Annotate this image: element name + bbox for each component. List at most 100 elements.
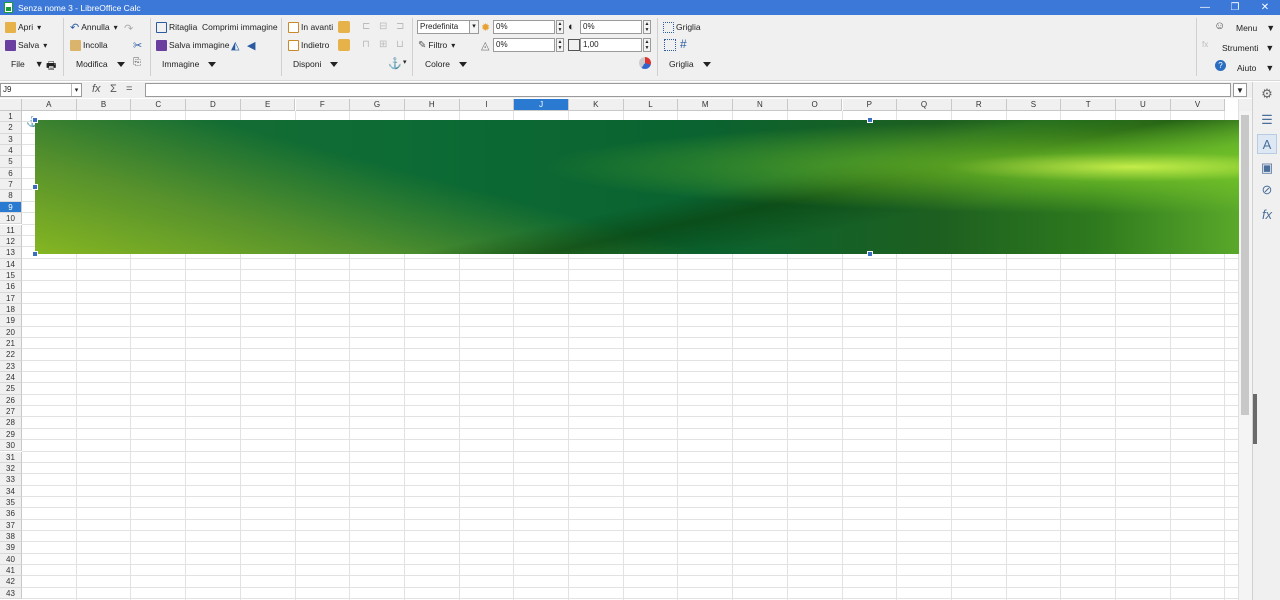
tools-button[interactable]: Strumenti ▼ (1222, 41, 1274, 55)
sum-icon[interactable]: Σ (110, 83, 117, 95)
transparency-stepper[interactable]: ▲ ▼ (556, 38, 564, 52)
resize-handle[interactable] (32, 251, 38, 257)
align-right-icon[interactable]: ⊐ (396, 21, 408, 33)
color-pie-icon[interactable] (639, 57, 651, 69)
row-header-3[interactable]: 3 (0, 133, 22, 146)
resize-handle[interactable] (867, 117, 873, 123)
row-header-18[interactable]: 18 (0, 303, 22, 316)
align-top-icon[interactable]: ⊓ (362, 39, 374, 51)
column-header-l[interactable]: L (623, 99, 679, 111)
row-header-11[interactable]: 11 (0, 224, 22, 236)
chevron-down-icon[interactable]: ▾ (469, 20, 479, 34)
align-bottom-icon[interactable]: ⊔ (396, 39, 408, 51)
row-header-35[interactable]: 35 (0, 496, 22, 509)
row-header-5[interactable]: 5 (0, 156, 22, 168)
function-wizard-icon[interactable]: fx (92, 83, 101, 95)
close-button[interactable]: ✕ (1250, 0, 1280, 15)
row-header-24[interactable]: 24 (0, 372, 22, 384)
open-button[interactable]: Apri (5, 20, 41, 34)
column-header-n[interactable]: N (733, 99, 788, 111)
name-box[interactable]: J9 ▾ (0, 83, 82, 97)
transparency-field[interactable]: 0% (493, 38, 555, 52)
row-header-6[interactable]: 6 (0, 167, 22, 180)
flip-vertical-icon[interactable]: ◭ (231, 39, 243, 52)
align-middle-icon[interactable]: ⊞ (379, 39, 391, 51)
help-button[interactable]: Aiuto ▼ (1237, 61, 1274, 75)
bring-forward-button[interactable]: In avanti (288, 20, 333, 34)
contrast-stepper[interactable]: ▲ ▼ (643, 20, 651, 34)
column-header-r[interactable]: R (951, 99, 1007, 111)
compress-image-button[interactable]: Comprimi immagine (202, 20, 278, 34)
align-left-icon[interactable]: ⊏ (362, 21, 374, 33)
modifica-menu[interactable]: Modifica (76, 59, 125, 69)
row-header-30[interactable]: 30 (0, 440, 22, 452)
image-style-select[interactable]: Predefinita (417, 20, 477, 34)
sidebar-functions-icon[interactable]: fx (1257, 204, 1277, 224)
cut-icon[interactable]: ✂ (133, 39, 145, 52)
row-header-8[interactable]: 8 (0, 190, 22, 202)
sidebar-gallery-icon[interactable]: ▣ (1257, 158, 1277, 178)
vertical-scrollbar[interactable] (1238, 111, 1252, 600)
column-header-a[interactable]: A (22, 99, 77, 111)
row-header-36[interactable]: 36 (0, 508, 22, 520)
equals-icon[interactable]: = (126, 83, 132, 95)
column-header-e[interactable]: E (240, 99, 296, 111)
column-header-c[interactable]: C (131, 99, 187, 111)
brightness-field[interactable]: 0% (493, 20, 555, 34)
file-menu-button[interactable]: File ▼ (11, 57, 44, 71)
row-header-13[interactable]: 13 (0, 247, 22, 259)
disponi-menu[interactable]: Disponi (293, 59, 339, 69)
column-header-i[interactable]: I (459, 99, 515, 111)
grid-button[interactable]: Griglia (663, 20, 701, 34)
resize-handle[interactable] (32, 184, 38, 190)
crop-button[interactable]: Ritaglia (156, 20, 197, 34)
column-header-k[interactable]: K (569, 99, 624, 111)
column-header-q[interactable]: Q (897, 99, 952, 111)
row-header-22[interactable]: 22 (0, 349, 22, 361)
row-header-26[interactable]: 26 (0, 394, 22, 407)
row-header-15[interactable]: 15 (0, 269, 22, 282)
sidebar-settings-icon[interactable]: ⚙ (1257, 84, 1277, 104)
row-header-38[interactable]: 38 (0, 530, 22, 543)
row-header-7[interactable]: 7 (0, 179, 22, 191)
hash-grid-icon[interactable]: # (680, 37, 692, 51)
formula-input[interactable] (145, 83, 1231, 97)
sidebar-styles-icon[interactable]: A (1257, 134, 1277, 154)
row-header-12[interactable]: 12 (0, 235, 22, 248)
filter-button[interactable]: ✎ Filtro (418, 38, 455, 52)
redo-icon[interactable]: ↷ (124, 22, 136, 35)
row-header-25[interactable]: 25 (0, 383, 22, 395)
save-button[interactable]: Salva (5, 38, 47, 52)
brightness-stepper[interactable]: ▲ ▼ (556, 20, 564, 34)
immagine-menu[interactable]: Immagine (162, 59, 217, 69)
sidebar-properties-icon[interactable]: ☰ (1257, 110, 1277, 130)
green-banner-image[interactable] (35, 120, 1239, 254)
row-header-23[interactable]: 23 (0, 360, 22, 373)
column-header-u[interactable]: U (1116, 99, 1171, 111)
column-header-f[interactable]: F (295, 99, 351, 111)
column-header-p[interactable]: P (842, 99, 898, 111)
row-header-4[interactable]: 4 (0, 145, 22, 157)
snap-grid-icon[interactable] (664, 39, 676, 51)
column-header-b[interactable]: B (76, 99, 132, 111)
row-header-28[interactable]: 28 (0, 417, 22, 429)
row-header-16[interactable]: 16 (0, 281, 22, 293)
row-header-2[interactable]: 2 (0, 122, 22, 134)
paste-button[interactable]: Incolla (70, 38, 108, 52)
row-header-29[interactable]: 29 (0, 428, 22, 441)
row-header-40[interactable]: 40 (0, 553, 22, 565)
print-icon[interactable]: 🖶 (46, 57, 58, 72)
sidebar-collapse-handle[interactable] (1253, 394, 1257, 444)
row-header-14[interactable]: 14 (0, 258, 22, 270)
column-header-v[interactable]: V (1170, 99, 1226, 111)
minimize-button[interactable]: — (1190, 0, 1220, 15)
copy-icon[interactable]: ⎘ (133, 57, 145, 69)
sidebar-navigator-icon[interactable]: ⊘ (1257, 180, 1277, 200)
expand-formula-icon[interactable]: ▼ (1233, 83, 1247, 97)
contrast-field[interactable]: 0% (580, 20, 642, 34)
row-header-33[interactable]: 33 (0, 474, 22, 486)
flip-horizontal-icon[interactable]: ◀ (247, 39, 259, 52)
row-header-17[interactable]: 17 (0, 292, 22, 304)
column-header-j[interactable]: J (514, 99, 569, 111)
colore-menu[interactable]: Colore (425, 59, 468, 69)
